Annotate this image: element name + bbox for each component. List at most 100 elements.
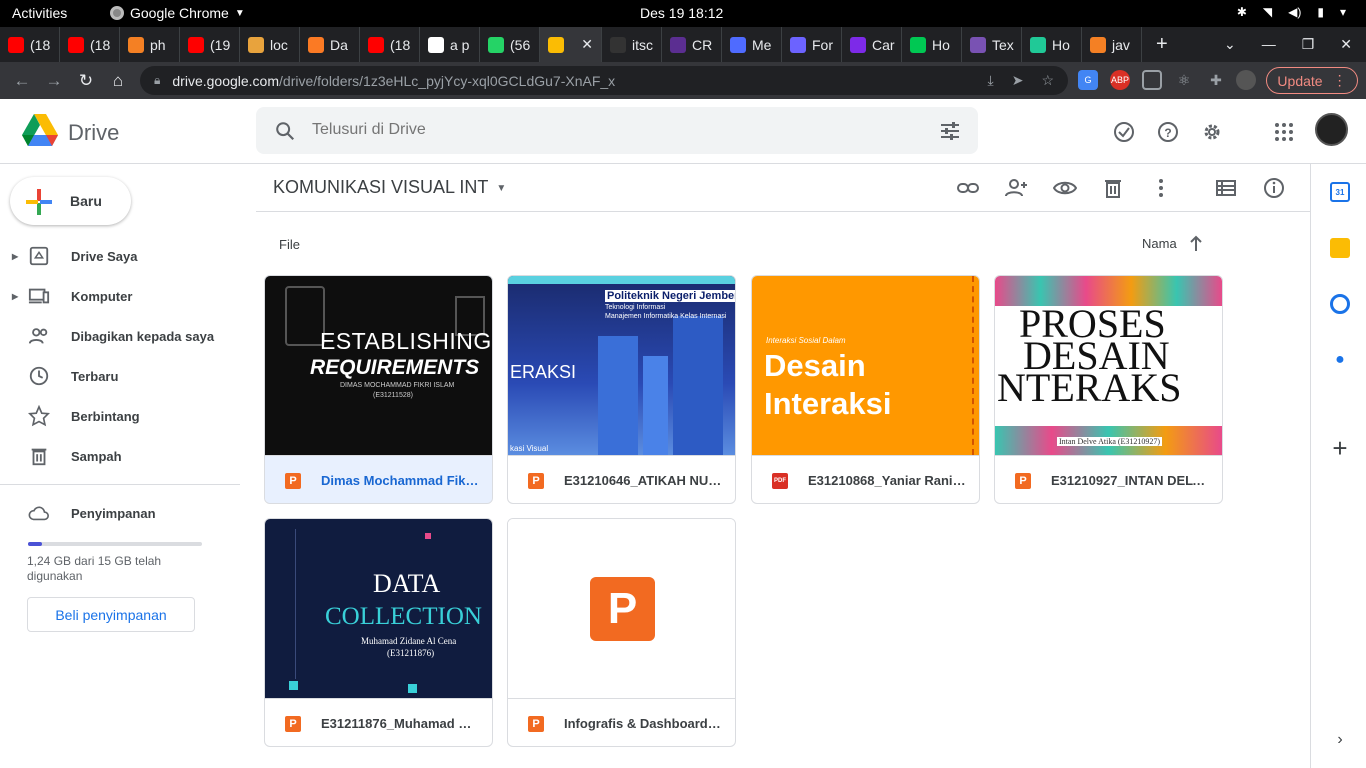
browser-tab[interactable]: ✕ bbox=[540, 27, 602, 62]
update-button[interactable]: Update ⋮ bbox=[1266, 67, 1358, 94]
minimize-icon[interactable]: — bbox=[1262, 36, 1276, 53]
home-icon[interactable]: ⌂ bbox=[102, 71, 134, 91]
file-thumbnail[interactable]: ESTABLISHING REQUIREMENTS DIMAS MOCHAMMA… bbox=[265, 276, 492, 455]
keep-icon[interactable] bbox=[1330, 238, 1350, 258]
file-caption[interactable]: PDF E31210868_Yaniar Rani.p... bbox=[752, 455, 979, 503]
browser-tab[interactable]: CR bbox=[662, 27, 722, 62]
buy-storage-button[interactable]: Beli penyimpanan bbox=[27, 597, 195, 632]
file-thumbnail[interactable]: Interaksi Sosial Dalam Desain Interaksi bbox=[752, 276, 979, 455]
sort-by-name[interactable]: Nama bbox=[1142, 236, 1177, 251]
file-thumbnail[interactable]: DATA COLLECTION Muhamad Zidane Al Cena (… bbox=[265, 519, 492, 698]
search-input[interactable] bbox=[312, 121, 912, 139]
drive-logo-text[interactable]: Drive bbox=[68, 120, 119, 146]
bluetooth-icon[interactable]: ✱ bbox=[1237, 5, 1247, 19]
browser-tab[interactable]: Da bbox=[300, 27, 360, 62]
maximize-icon[interactable]: ❐ bbox=[1302, 36, 1315, 53]
battery-icon[interactable]: ▮ bbox=[1317, 5, 1324, 19]
apps-grid-icon[interactable] bbox=[1273, 121, 1295, 143]
file-card[interactable]: Interaksi Sosial Dalam Desain Interaksi … bbox=[751, 275, 980, 504]
contacts-icon[interactable]: ● bbox=[1330, 350, 1350, 370]
tasks-icon[interactable] bbox=[1330, 294, 1350, 314]
sidebar-item-drive-saya[interactable]: ▶ Drive Saya bbox=[0, 236, 240, 276]
sort-arrow-up-icon[interactable] bbox=[1188, 233, 1204, 253]
list-view-icon[interactable] bbox=[1214, 176, 1238, 200]
help-icon[interactable]: ? bbox=[1157, 121, 1179, 143]
settings-gear-icon[interactable] bbox=[1201, 121, 1223, 143]
browser-tab[interactable]: (18 bbox=[360, 27, 420, 62]
file-thumbnail[interactable]: PROSES DESAIN NTERAKS Intan Delve Atika … bbox=[995, 276, 1222, 455]
browser-tab[interactable]: ph bbox=[120, 27, 180, 62]
reload-icon[interactable]: ↻ bbox=[70, 71, 102, 91]
browser-tab[interactable]: Ho bbox=[902, 27, 962, 62]
browser-tab[interactable]: loc bbox=[240, 27, 300, 62]
bookmark-star-icon[interactable]: ☆ bbox=[1041, 72, 1054, 89]
volume-icon[interactable]: ◀) bbox=[1288, 5, 1301, 19]
browser-tab[interactable]: Me bbox=[722, 27, 782, 62]
sidebar-item-berbintang[interactable]: Berbintang bbox=[0, 396, 240, 436]
react-extension-icon[interactable]: ⚛ bbox=[1174, 70, 1194, 90]
browser-tab[interactable]: (19 bbox=[180, 27, 240, 62]
profile-avatar[interactable] bbox=[1236, 70, 1256, 90]
expand-caret-icon[interactable]: ▶ bbox=[12, 292, 18, 301]
new-button[interactable]: Baru bbox=[10, 177, 131, 225]
link-icon[interactable] bbox=[956, 176, 980, 200]
browser-tab[interactable]: jav bbox=[1082, 27, 1142, 62]
sidebar-item-terbaru[interactable]: Terbaru bbox=[0, 356, 240, 396]
share-icon[interactable]: ➤ bbox=[1012, 72, 1024, 89]
tab-search-icon[interactable]: ⌄ bbox=[1224, 36, 1236, 53]
install-icon[interactable]: ⤓ bbox=[988, 72, 994, 89]
file-caption[interactable]: P E31211876_Muhamad ZI... bbox=[265, 698, 492, 746]
app-menu[interactable]: Google Chrome ▼ bbox=[110, 5, 245, 21]
file-caption[interactable]: P Infografis & Dashboard.p... bbox=[508, 698, 735, 746]
browser-tab[interactable]: itsc bbox=[602, 27, 662, 62]
drive-logo-icon[interactable] bbox=[22, 114, 58, 146]
browser-tab[interactable]: Car bbox=[842, 27, 902, 62]
back-icon[interactable]: ← bbox=[6, 71, 38, 91]
browser-tab[interactable]: (56 bbox=[480, 27, 540, 62]
browser-tab[interactable]: (18 bbox=[60, 27, 120, 62]
folder-name-menu[interactable]: KOMUNIKASI VISUAL INT ▼ bbox=[273, 177, 506, 198]
address-bar[interactable]: 🔒︎ drive.google.com/drive/folders/1z3eHL… bbox=[140, 66, 1068, 95]
add-addon-icon[interactable]: + bbox=[1330, 433, 1350, 463]
browser-tab[interactable]: Ho bbox=[1022, 27, 1082, 62]
sidebar-item-komputer[interactable]: ▶ Komputer bbox=[0, 276, 240, 316]
chevron-down-icon[interactable]: ▾ bbox=[1340, 5, 1346, 19]
calendar-icon[interactable]: 31 bbox=[1330, 182, 1350, 202]
activities-button[interactable]: Activities bbox=[12, 5, 67, 21]
share-person-add-icon[interactable] bbox=[1004, 176, 1028, 200]
file-card[interactable]: DATA COLLECTION Muhamad Zidane Al Cena (… bbox=[264, 518, 493, 747]
clock[interactable]: Des 19 18:12 bbox=[640, 5, 723, 21]
file-thumbnail[interactable]: P bbox=[508, 519, 735, 698]
translate-extension-icon[interactable]: G bbox=[1078, 70, 1098, 90]
file-card[interactable]: ESTABLISHING REQUIREMENTS DIMAS MOCHAMMA… bbox=[264, 275, 493, 504]
system-tray[interactable]: ✱ ◥ ◀) ▮ ▾ bbox=[1237, 5, 1346, 19]
browser-tab[interactable]: (18 bbox=[0, 27, 60, 62]
lock-icon[interactable]: 🔒︎ bbox=[154, 73, 160, 88]
browser-tab[interactable]: Tex bbox=[962, 27, 1022, 62]
file-card[interactable]: PROSES DESAIN NTERAKS Intan Delve Atika … bbox=[994, 275, 1223, 504]
preview-eye-icon[interactable] bbox=[1053, 176, 1077, 200]
wifi-icon[interactable]: ◥ bbox=[1263, 5, 1272, 19]
ready-offline-icon[interactable] bbox=[1113, 121, 1135, 143]
file-caption[interactable]: P E31210927_INTAN DELV... bbox=[995, 455, 1222, 503]
expand-panel-icon[interactable]: › bbox=[1330, 730, 1350, 750]
extensions-puzzle-icon[interactable]: ✚ bbox=[1206, 70, 1226, 90]
file-thumbnail[interactable]: Politeknik Negeri Jember Teknologi Infor… bbox=[508, 276, 735, 455]
file-caption[interactable]: P Dimas Mochammad Fikri ... bbox=[265, 455, 492, 503]
expand-caret-icon[interactable]: ▶ bbox=[12, 252, 18, 261]
sidebar-item-sampah[interactable]: Sampah bbox=[0, 436, 240, 476]
file-card[interactable]: P P Infografis & Dashboard.p... bbox=[507, 518, 736, 747]
file-caption[interactable]: P E31210646_ATIKAH NUR... bbox=[508, 455, 735, 503]
close-tab-icon[interactable]: ✕ bbox=[581, 36, 593, 53]
search-icon[interactable] bbox=[274, 120, 296, 142]
shield-extension-icon[interactable] bbox=[1142, 70, 1162, 90]
sidebar-item-storage[interactable]: Penyimpanan bbox=[0, 493, 240, 533]
forward-icon[interactable]: → bbox=[38, 71, 70, 91]
sidebar-item-dibagikan-kepada-saya[interactable]: Dibagikan kepada saya bbox=[0, 316, 240, 356]
close-icon[interactable]: ✕ bbox=[1340, 36, 1352, 53]
account-avatar[interactable] bbox=[1315, 113, 1348, 146]
search-options-icon[interactable] bbox=[940, 121, 960, 141]
new-tab-button[interactable]: + bbox=[1142, 33, 1182, 56]
adblock-extension-icon[interactable]: ABP bbox=[1110, 70, 1130, 90]
file-card[interactable]: Politeknik Negeri Jember Teknologi Infor… bbox=[507, 275, 736, 504]
